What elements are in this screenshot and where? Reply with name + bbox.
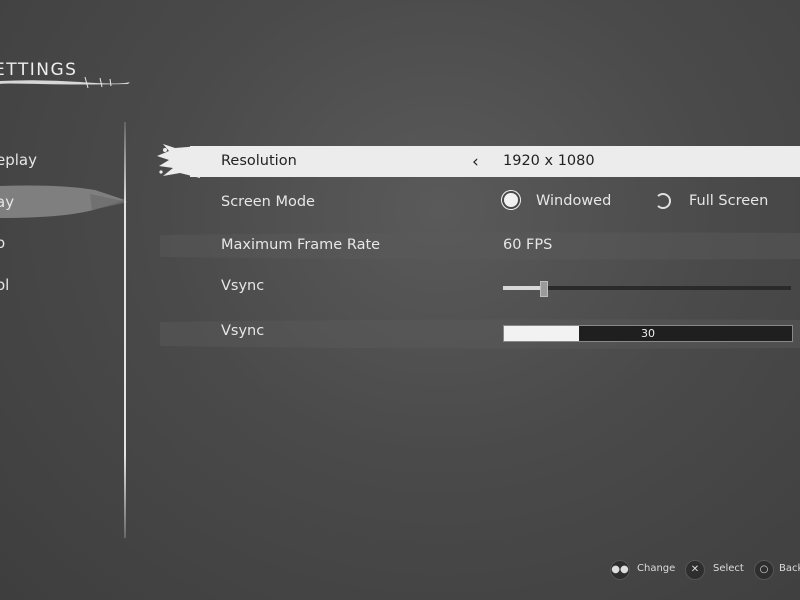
legend-select: Select [713,563,744,574]
vsync-slider-handle[interactable] [540,281,549,297]
title-brush-stroke [0,76,130,89]
screen-mode-label: Screen Mode [221,194,315,210]
vsync-slider-fill [503,286,544,290]
cross-button-icon: ✕ [685,560,705,580]
vsync-bar-value: 30 [641,327,655,340]
resolution-label: Resolution [221,153,297,169]
setting-row-resolution[interactable]: Resolution [160,146,800,178]
vsync-bar-label: Vsync [221,323,265,339]
sidebar-divider [124,122,126,538]
setting-row-max-frame-rate[interactable]: Maximum Frame Rate [160,230,800,262]
full-screen-option-label[interactable]: Full Screen [689,193,768,209]
max-frame-rate-label: Maximum Frame Rate [221,237,381,253]
sidebar-item-display[interactable]: ay [0,193,14,211]
legend-change: Change [637,563,676,574]
sidebar-item-control[interactable]: ol [0,276,9,294]
sidebar-active-brush [0,185,128,218]
chevron-left-icon[interactable]: ‹ [472,152,479,172]
sidebar-item-gameplay[interactable]: eplay [0,151,37,169]
circle-button-icon: ○ [754,560,774,580]
max-frame-rate-value: 60 FPS [503,237,553,253]
windowed-option-label[interactable]: Windowed [536,193,611,209]
radio-full-screen[interactable] [655,193,671,209]
resolution-value: 1920 x 1080 [503,153,595,169]
radio-windowed[interactable] [504,193,518,207]
vsync-value-bar[interactable]: 30 [503,325,793,342]
sidebar-item-audio[interactable]: o [0,234,5,252]
legend-back: Back [779,563,800,574]
dpad-icon: ●● [610,560,630,580]
vsync-slider-label: Vsync [221,278,265,294]
